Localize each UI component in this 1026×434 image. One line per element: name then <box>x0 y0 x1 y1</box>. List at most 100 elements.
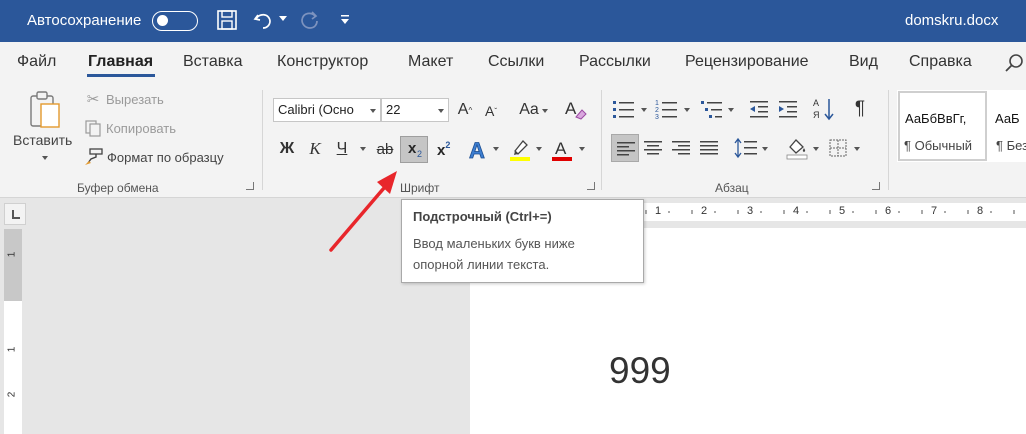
clipboard-group-title: Буфер обмена <box>77 181 159 195</box>
font-color-dropdown-icon[interactable] <box>579 147 585 151</box>
svg-text:A: A <box>469 138 485 163</box>
line-spacing-dropdown-icon[interactable] <box>762 147 768 151</box>
paste-dropdown-icon[interactable] <box>42 156 48 160</box>
align-left-icon <box>617 142 635 156</box>
hruler-mark: 2 <box>701 205 708 217</box>
tab-view[interactable]: Вид <box>849 53 878 71</box>
copy-button[interactable]: Копировать <box>106 121 176 136</box>
numbering-icon[interactable]: 1 2 3 <box>655 98 679 120</box>
font-group-title: Шрифт <box>400 181 440 195</box>
change-case-dropdown-icon[interactable] <box>542 109 548 113</box>
strikethrough-button[interactable]: ab <box>372 138 398 160</box>
font-color-icon[interactable]: A <box>549 137 575 163</box>
cut-button[interactable]: Вырезать <box>106 92 164 107</box>
tab-selector[interactable] <box>4 203 26 225</box>
tab-insert[interactable]: Вставка <box>183 53 242 71</box>
document-text[interactable]: 999 <box>609 350 671 392</box>
font-size-select[interactable]: 22 <box>381 98 449 122</box>
line-spacing-icon[interactable] <box>734 137 758 159</box>
align-left-button[interactable] <box>611 134 639 162</box>
underline-button[interactable]: Ч <box>332 138 352 160</box>
borders-icon[interactable] <box>828 138 848 158</box>
paragraph-launcher-icon[interactable] <box>872 182 880 190</box>
text-effects-icon[interactable]: A <box>466 137 492 163</box>
save-icon[interactable] <box>216 9 238 31</box>
copy-icon <box>85 120 101 137</box>
paste-button[interactable]: Вставить <box>13 132 72 148</box>
redo-icon[interactable] <box>297 9 321 31</box>
autosave-toggle[interactable] <box>152 11 198 31</box>
highlighter-icon[interactable] <box>507 137 533 163</box>
increase-indent-icon[interactable] <box>777 98 799 120</box>
tab-layout[interactable]: Макет <box>408 53 453 71</box>
vruler-mark: 1 <box>6 251 18 258</box>
grow-font-icon[interactable]: A ^ <box>455 98 475 122</box>
align-right-icon[interactable] <box>671 139 691 157</box>
shading-dropdown-icon[interactable] <box>813 147 819 151</box>
search-icon[interactable] <box>1004 53 1024 73</box>
subscript-button[interactable]: x 2 <box>400 136 428 163</box>
shrink-font-icon[interactable]: Aˇ <box>481 100 501 122</box>
style-next-preview: АаБ <box>995 111 1020 126</box>
tab-mailings[interactable]: Рассылки <box>579 53 651 71</box>
paste-icon[interactable] <box>28 90 62 130</box>
decrease-indent-icon[interactable] <box>748 98 770 120</box>
hruler-mark: 6 <box>885 205 892 217</box>
sort-icon[interactable]: A Я <box>813 96 837 122</box>
hruler-mark: 1 <box>655 205 662 217</box>
svg-text:Я: Я <box>813 110 820 120</box>
show-marks-button[interactable]: ¶ <box>849 97 871 121</box>
bullets-icon[interactable] <box>612 98 636 120</box>
multilevel-dropdown-icon[interactable] <box>728 108 734 112</box>
underline-dropdown-icon[interactable] <box>360 147 366 151</box>
vertical-ruler-margin <box>4 229 22 301</box>
vruler-mark: 2 <box>6 391 18 398</box>
hruler-mark: 7 <box>931 205 938 217</box>
style-normal-name: ¶ Обычный <box>904 138 973 153</box>
style-no-spacing[interactable]: АаБ ¶ Без <box>990 91 1026 161</box>
tab-design[interactable]: Конструктор <box>277 53 368 71</box>
customize-toolbar-icon[interactable] <box>341 15 349 25</box>
vertical-ruler[interactable]: 1 1 2 <box>4 229 22 434</box>
svg-text:A: A <box>813 98 819 108</box>
tooltip-description-line2: опорной линии текста. <box>413 257 550 272</box>
clear-formatting-icon[interactable]: A <box>564 97 588 121</box>
tab-review[interactable]: Рецензирование <box>685 53 809 71</box>
style-normal[interactable]: АаБбВвГг, ¶ Обычный <box>898 91 987 161</box>
hruler-mark: 3 <box>747 205 754 217</box>
clipboard-launcher-icon[interactable] <box>246 182 254 190</box>
font-name-select[interactable]: Calibri (Осно <box>273 98 381 122</box>
tab-references[interactable]: Ссылки <box>488 53 544 71</box>
format-painter-icon <box>85 148 103 165</box>
justify-icon[interactable] <box>699 139 719 157</box>
multilevel-list-icon[interactable] <box>700 98 724 120</box>
format-painter-button[interactable]: Формат по образцу <box>107 150 224 165</box>
align-center-icon[interactable] <box>643 139 663 157</box>
font-launcher-icon[interactable] <box>587 182 595 190</box>
highlight-dropdown-icon[interactable] <box>536 147 542 151</box>
tab-home[interactable]: Главная <box>88 53 153 71</box>
tab-file[interactable]: Файл <box>17 53 56 71</box>
italic-button[interactable]: К <box>305 138 325 160</box>
text-effects-dropdown-icon[interactable] <box>493 147 499 151</box>
undo-icon[interactable] <box>252 9 276 31</box>
autosave-label: Автосохранение <box>27 12 142 29</box>
borders-dropdown-icon[interactable] <box>854 147 860 151</box>
chevron-down-icon <box>370 109 376 113</box>
bold-button[interactable]: Ж <box>276 138 298 160</box>
vruler-mark: 1 <box>6 346 18 353</box>
numbering-dropdown-icon[interactable] <box>684 108 690 112</box>
shading-icon[interactable] <box>784 136 810 160</box>
tooltip-description-line1: Ввод маленьких букв ниже <box>413 236 575 251</box>
svg-text:A: A <box>565 99 577 118</box>
subscript-2: 2 <box>417 149 423 159</box>
scissors-icon: ✂ <box>86 91 100 108</box>
tab-help[interactable]: Справка <box>909 53 972 71</box>
undo-dropdown-icon[interactable] <box>279 16 287 22</box>
subscript-x: x <box>408 140 417 157</box>
hruler-mark: 8 <box>977 205 984 217</box>
paragraph-group-title: Абзац <box>715 181 749 195</box>
change-case-button[interactable]: Aa <box>516 98 542 122</box>
bullets-dropdown-icon[interactable] <box>641 108 647 112</box>
superscript-button[interactable]: x2 <box>437 140 450 159</box>
